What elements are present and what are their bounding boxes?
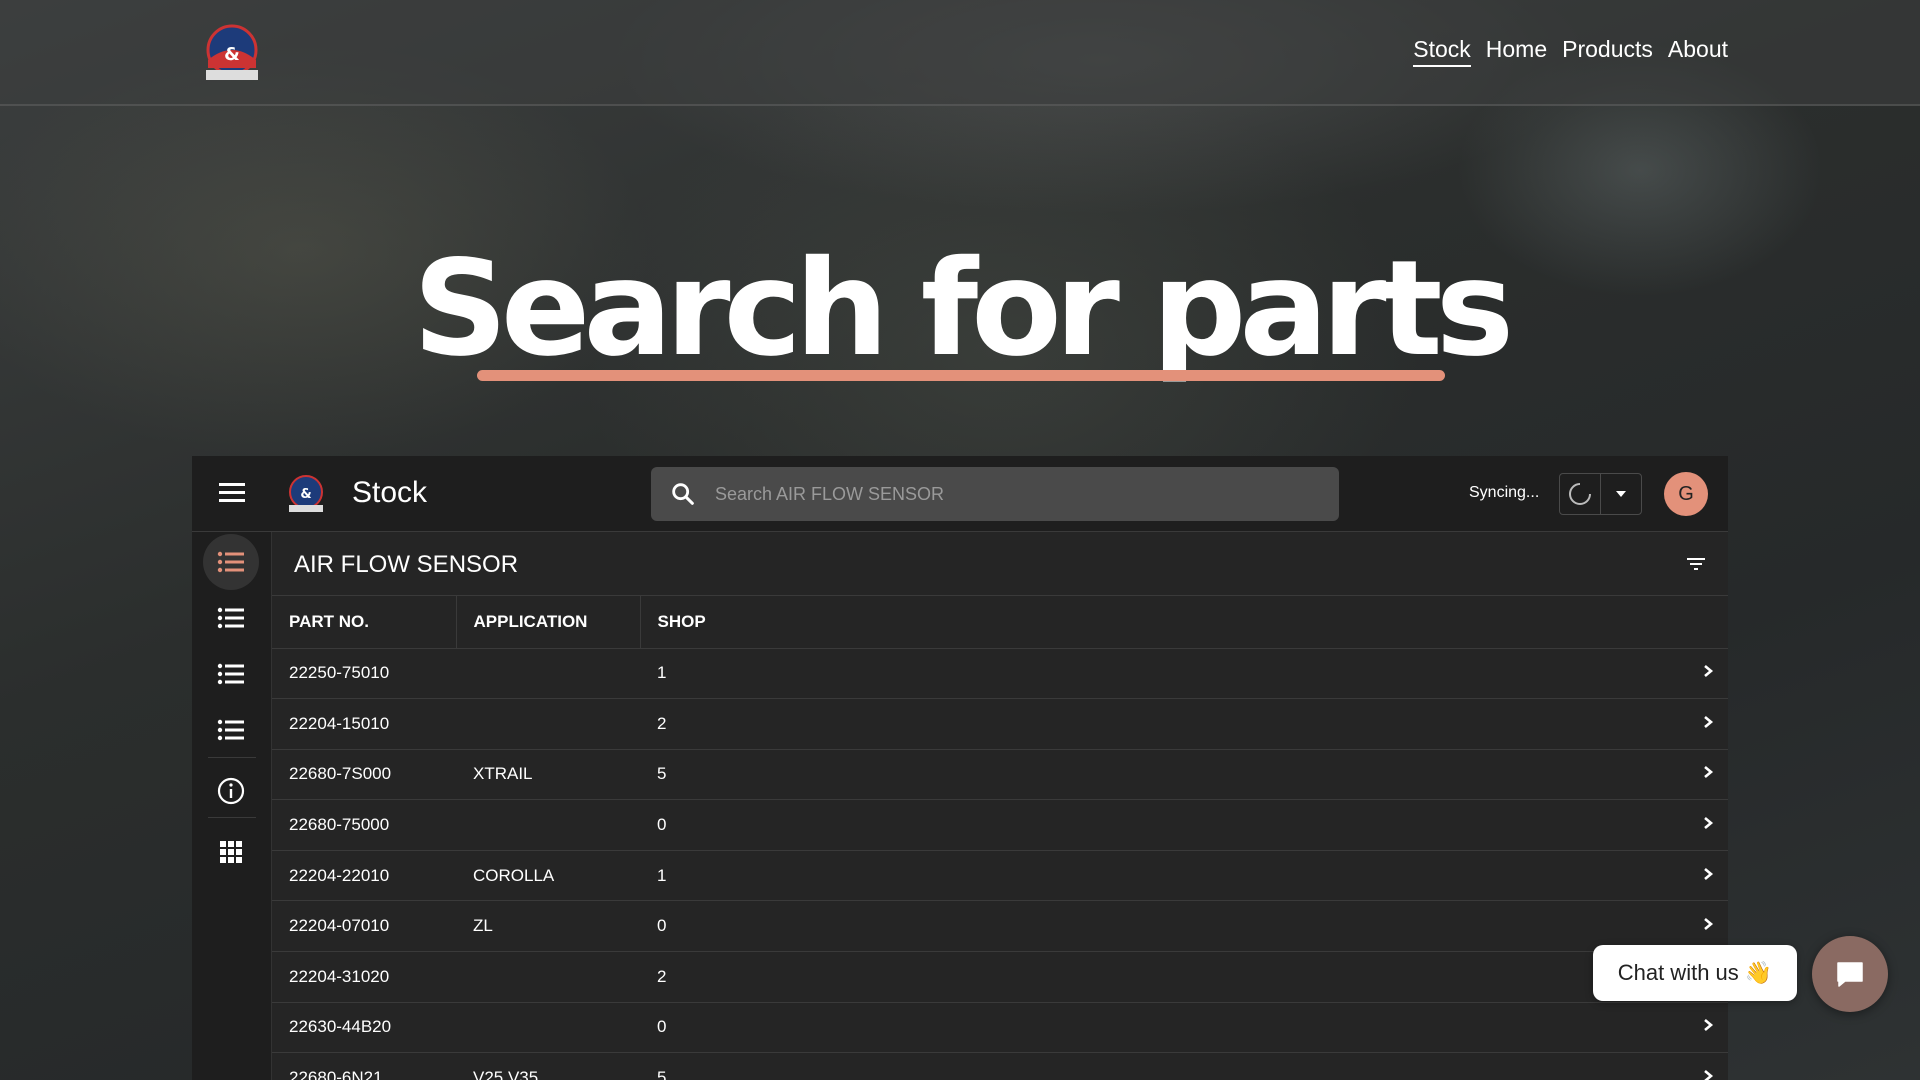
rail-apps[interactable] [203, 824, 259, 880]
rail-list-1[interactable] [203, 534, 259, 590]
cell-part-no: 22680-75000 [272, 799, 456, 851]
cell-application [456, 1002, 640, 1054]
chevron-right-icon[interactable] [1688, 698, 1728, 750]
cell-application: XTRAIL [456, 749, 640, 801]
cell-shop: 2 [640, 951, 1688, 1003]
svg-text:&: & [224, 44, 240, 65]
sync-status: Syncing... [1469, 484, 1540, 501]
nav-link-stock[interactable]: Stock [1413, 36, 1471, 67]
chevron-right-icon[interactable] [1688, 1002, 1728, 1054]
nav-link-home[interactable]: Home [1486, 36, 1547, 67]
rail-list-2[interactable] [203, 590, 259, 646]
cell-shop: 0 [640, 1002, 1688, 1054]
parts-table: PART NO. APPLICATION SHOP 22250-75010 1 22… [272, 596, 1728, 1080]
cell-part-no: 22680-7S000 [272, 749, 456, 801]
rail-list-4[interactable] [203, 702, 259, 758]
table-row[interactable]: 22680-7S000 XTRAIL 5 [272, 749, 1728, 801]
search-bar[interactable] [651, 467, 1339, 521]
table-row[interactable]: 22250-75010 1 [272, 648, 1728, 700]
cell-application: COROLLA [456, 850, 640, 902]
cell-part-no: 22680-6N21 [272, 1052, 456, 1080]
stock-app: & Stock Syncing... G [192, 456, 1728, 1080]
sync-spinner-icon [1560, 474, 1601, 514]
sync-control [1559, 473, 1642, 515]
menu-icon[interactable] [216, 478, 248, 510]
list-header: AIR FLOW SENSOR [272, 532, 1728, 596]
cell-application [456, 698, 640, 750]
filter-icon[interactable] [1684, 552, 1708, 576]
chevron-right-icon[interactable] [1688, 749, 1728, 801]
table-row[interactable]: 22630-44B20 0 [272, 1002, 1728, 1054]
list-icon [217, 719, 244, 741]
hero-underline [477, 370, 1445, 381]
table-header-row: PART NO. APPLICATION SHOP [272, 596, 1728, 649]
table-row[interactable]: 22680-75000 0 [272, 799, 1728, 851]
svg-text:&: & [300, 487, 311, 502]
list-icon [217, 663, 244, 685]
search-input[interactable] [715, 483, 1275, 505]
sync-dropdown-button[interactable] [1601, 474, 1642, 514]
main-nav: Stock Home Products About [1413, 36, 1728, 67]
chevron-right-icon[interactable] [1688, 799, 1728, 851]
app-toolbar: & Stock Syncing... G [192, 456, 1728, 532]
nav-link-about[interactable]: About [1668, 36, 1728, 67]
cell-shop: 5 [640, 1052, 1688, 1080]
brand-logo-icon[interactable]: & [198, 20, 266, 88]
cell-part-no: 22204-22010 [272, 850, 456, 902]
hero-title: Search for parts [412, 232, 1514, 386]
chat-prompt[interactable]: Chat with us 👋 [1593, 945, 1797, 1001]
chat-icon [1837, 962, 1863, 987]
cell-application [456, 799, 640, 851]
top-navbar: & Stock Home Products About [0, 0, 1920, 106]
table-row[interactable]: 22204-07010 ZL 0 [272, 900, 1728, 953]
chat-button[interactable] [1812, 936, 1888, 1012]
rail-info[interactable] [203, 763, 259, 819]
user-avatar[interactable]: G [1664, 472, 1708, 516]
table-row[interactable]: 22680-6N21 V25 V35 5 [272, 1052, 1728, 1080]
chevron-right-icon[interactable] [1688, 1052, 1728, 1080]
cell-shop: 5 [640, 749, 1688, 801]
column-header-part-no[interactable]: PART NO. [272, 596, 457, 649]
column-header-application[interactable]: APPLICATION [456, 596, 641, 649]
column-header-shop[interactable]: SHOP [640, 596, 1728, 649]
cell-part-no: 22204-31020 [272, 951, 456, 1003]
table-row[interactable]: 22204-22010 COROLLA 1 [272, 850, 1728, 902]
cell-shop: 0 [640, 799, 1688, 851]
cell-application [456, 648, 640, 700]
cell-application [456, 951, 640, 1003]
grid-icon [220, 841, 242, 863]
cell-part-no: 22250-75010 [272, 648, 456, 700]
app-title: Stock [352, 476, 428, 509]
caret-down-icon [1615, 491, 1626, 497]
search-icon [672, 483, 694, 505]
chevron-right-icon[interactable] [1688, 648, 1728, 700]
cell-shop: 0 [640, 900, 1688, 953]
rail-divider [208, 757, 256, 758]
table-row[interactable]: 22204-15010 2 [272, 698, 1728, 750]
nav-link-products[interactable]: Products [1562, 36, 1653, 67]
rail-list-3[interactable] [203, 646, 259, 702]
side-rail [192, 532, 272, 1080]
cell-application: ZL [456, 900, 640, 953]
cell-part-no: 22204-15010 [272, 698, 456, 750]
table-row[interactable]: 22204-31020 2 [272, 951, 1728, 1003]
list-icon [217, 607, 244, 629]
cell-part-no: 22630-44B20 [272, 1002, 456, 1054]
list-title: AIR FLOW SENSOR [294, 551, 519, 578]
cell-shop: 1 [640, 850, 1688, 902]
app-logo-icon: & [284, 472, 328, 516]
list-icon [217, 551, 244, 573]
cell-application: V25 V35 [456, 1052, 640, 1080]
cell-shop: 2 [640, 698, 1688, 750]
cell-shop: 1 [640, 648, 1688, 700]
chevron-right-icon[interactable] [1688, 900, 1728, 953]
chevron-right-icon[interactable] [1688, 850, 1728, 902]
info-icon [217, 777, 245, 805]
cell-part-no: 22204-07010 [272, 900, 456, 953]
